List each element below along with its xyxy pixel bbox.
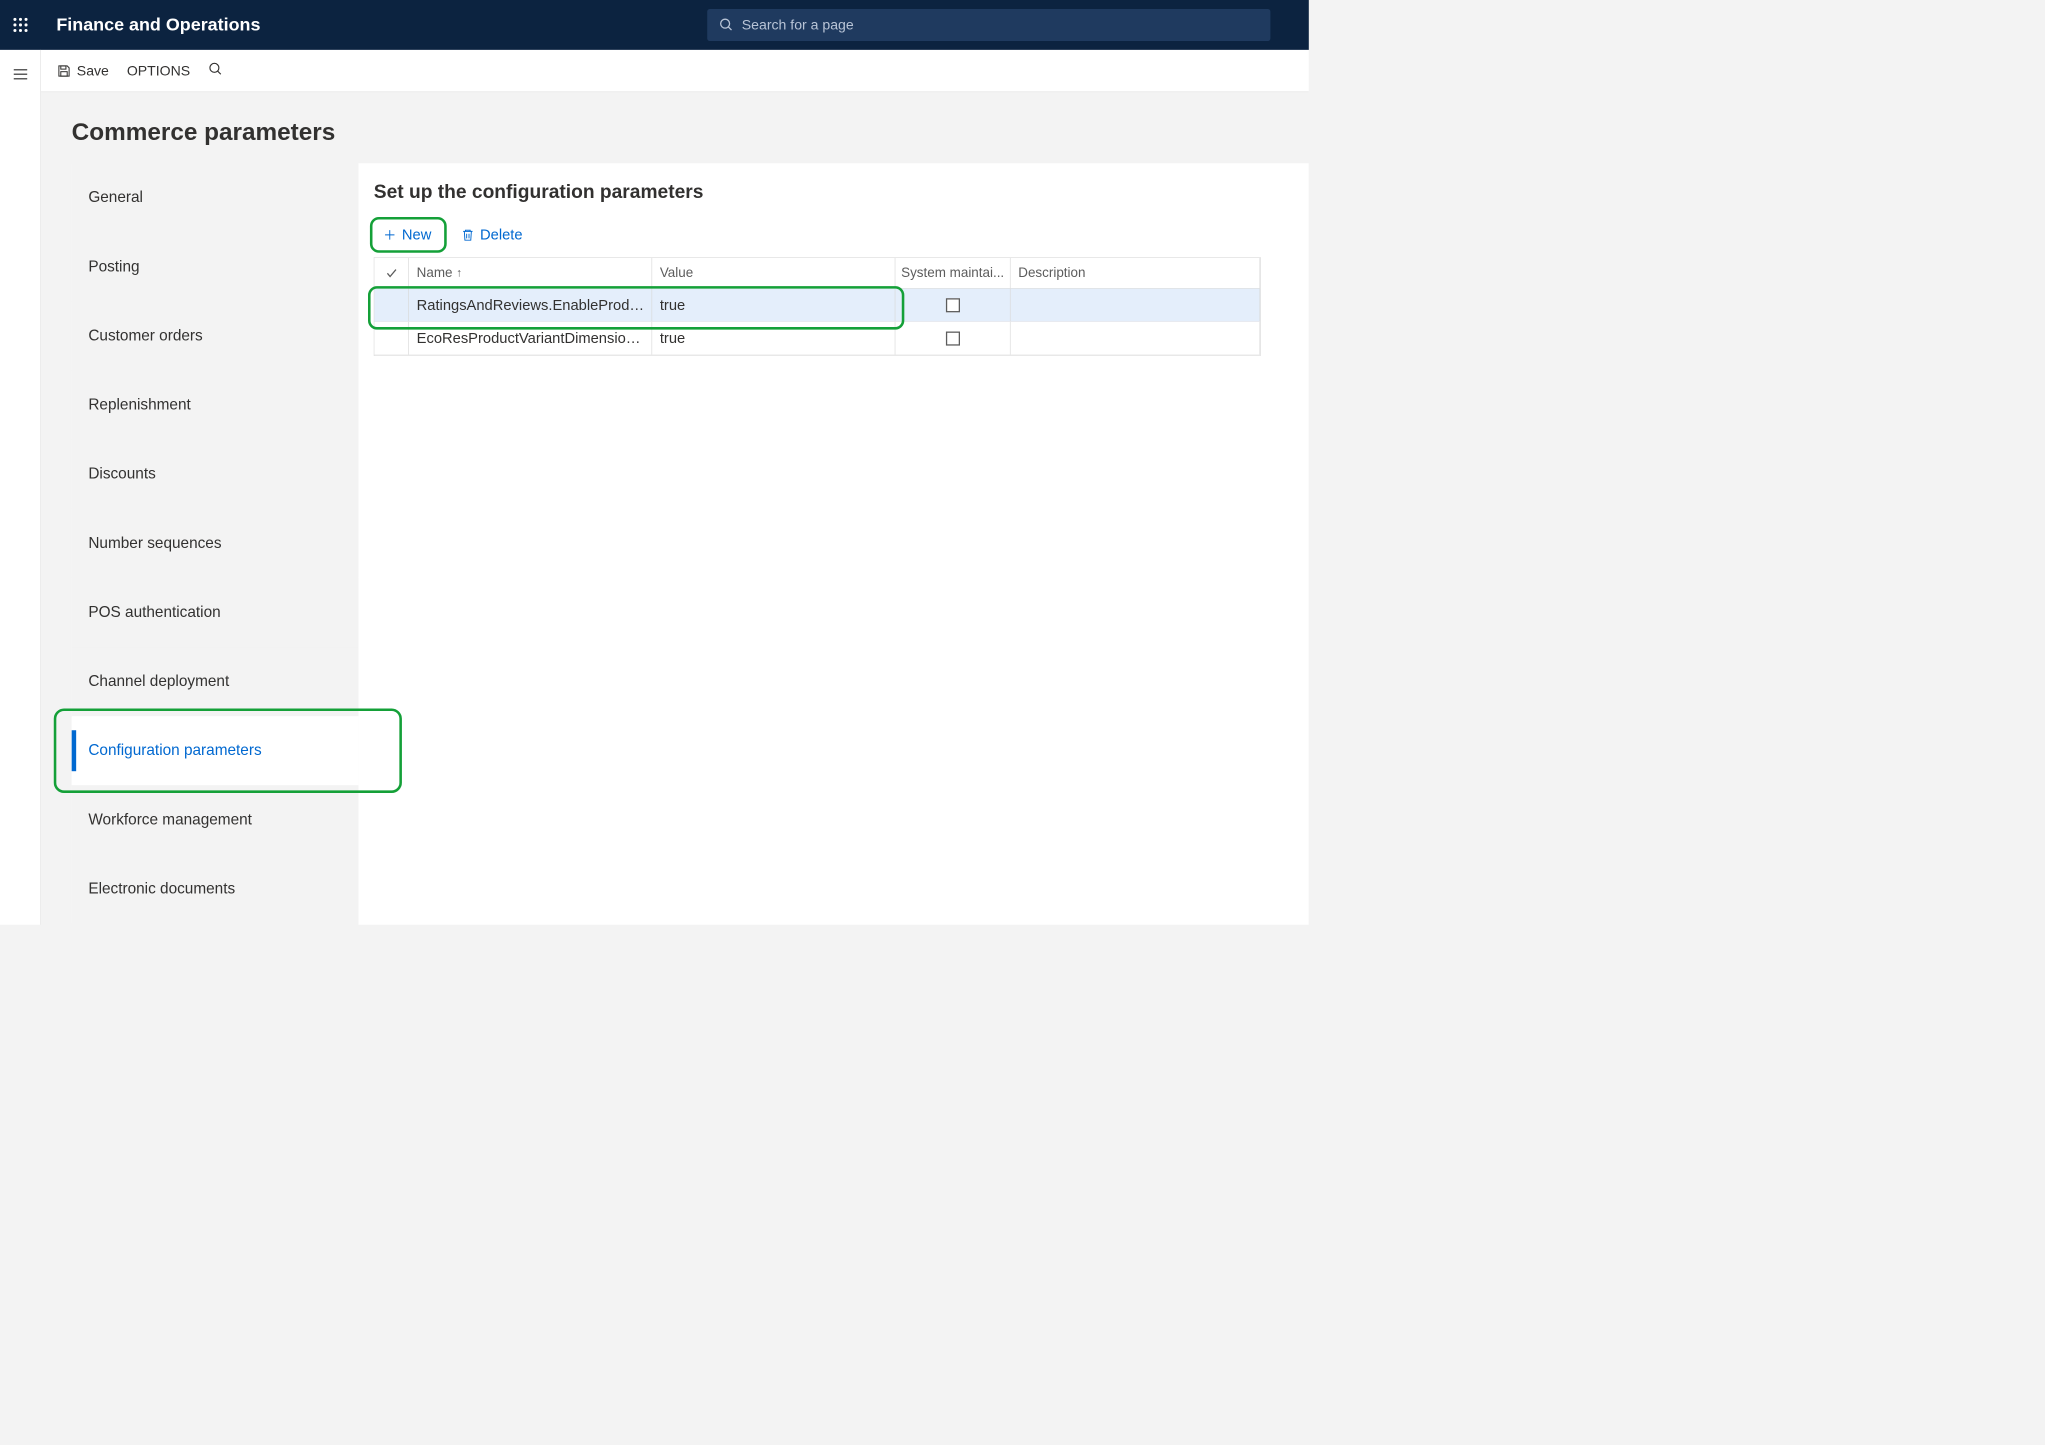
options-button[interactable]: OPTIONS — [127, 62, 190, 79]
delete-button[interactable]: Delete — [452, 221, 532, 249]
hamburger-icon — [11, 65, 29, 83]
grid-toolbar: New Delete — [374, 221, 1286, 249]
global-search-input[interactable] — [742, 17, 1259, 34]
sidebar-item-replenishment[interactable]: Replenishment — [72, 371, 359, 440]
checkbox[interactable] — [946, 331, 960, 345]
sidebar-item-electronic-documents[interactable]: Electronic documents — [72, 854, 359, 923]
column-label: Name — [417, 265, 453, 280]
save-button[interactable]: Save — [56, 62, 109, 79]
cell-system-maintained[interactable] — [895, 322, 1010, 355]
global-search[interactable] — [707, 9, 1270, 41]
sidebar-item-channel-deployment[interactable]: Channel deployment — [72, 647, 359, 716]
save-label: Save — [77, 62, 109, 79]
nav-hamburger-button[interactable] — [6, 60, 34, 90]
save-icon — [56, 63, 71, 78]
cell-text: true — [660, 296, 685, 313]
main-panel: Set up the configuration parameters New — [358, 163, 1308, 925]
sidebar-item-number-sequences[interactable]: Number sequences — [72, 509, 359, 578]
top-bar: Finance and Operations — [0, 0, 1309, 50]
waffle-icon — [12, 17, 29, 34]
cell-name[interactable]: RatingsAndReviews.EnableProd… — [409, 289, 652, 322]
data-grid: Name ↑ Value System maintai... Descripti… — [374, 257, 1261, 356]
row-select-cell[interactable] — [374, 322, 409, 355]
checkbox[interactable] — [946, 298, 960, 312]
action-bar: Save OPTIONS — [41, 50, 1309, 92]
sidebar-item-general[interactable]: General — [72, 163, 359, 232]
plus-icon — [383, 228, 397, 242]
cell-description[interactable] — [1011, 322, 1261, 355]
page-title: Commerce parameters — [72, 119, 1309, 147]
column-header-system-maintained[interactable]: System maintai... — [895, 258, 1010, 288]
column-header-value[interactable]: Value — [652, 258, 895, 288]
cell-text: true — [660, 330, 685, 347]
sidebar-item-label: Workforce management — [88, 811, 252, 829]
sidebar: General Posting Customer orders Replenis… — [72, 163, 359, 925]
cell-system-maintained[interactable] — [895, 289, 1010, 322]
sidebar-item-label: Discounts — [88, 465, 155, 483]
sidebar-item-label: Customer orders — [88, 327, 202, 345]
check-icon — [385, 267, 398, 280]
delete-label: Delete — [480, 226, 523, 243]
cell-name[interactable]: EcoResProductVariantDimensio… — [409, 322, 652, 355]
new-label: New — [402, 226, 431, 243]
sidebar-item-label: Posting — [88, 258, 139, 276]
table-row[interactable]: EcoResProductVariantDimensio… true — [374, 322, 1260, 355]
sort-ascending-icon: ↑ — [456, 266, 462, 279]
cell-description[interactable] — [1011, 289, 1261, 322]
sidebar-item-workforce-management[interactable]: Workforce management — [72, 785, 359, 854]
cell-value[interactable]: true — [652, 289, 895, 322]
column-header-description[interactable]: Description — [1011, 258, 1261, 288]
sidebar-item-label: Configuration parameters — [88, 742, 261, 760]
sidebar-item-configuration-parameters[interactable]: Configuration parameters — [72, 716, 359, 785]
column-label: Description — [1018, 265, 1085, 280]
sidebar-item-discounts[interactable]: Discounts — [72, 440, 359, 509]
sidebar-item-label: General — [88, 189, 143, 207]
row-select-cell[interactable] — [374, 289, 409, 322]
sidebar-item-label: POS authentication — [88, 604, 220, 622]
cell-text: RatingsAndReviews.EnableProd… — [417, 296, 644, 313]
column-header-name[interactable]: Name ↑ — [409, 258, 652, 288]
cell-text: EcoResProductVariantDimensio… — [417, 330, 641, 347]
search-icon — [208, 61, 223, 76]
grid-header: Name ↑ Value System maintai... Descripti… — [374, 258, 1260, 289]
options-label: OPTIONS — [127, 62, 190, 79]
page: Commerce parameters General Posting Cust… — [41, 92, 1309, 925]
nav-rail — [0, 50, 41, 925]
sidebar-item-label: Channel deployment — [88, 673, 229, 691]
table-row[interactable]: RatingsAndReviews.EnableProd… true — [374, 289, 1260, 322]
column-header-select[interactable] — [374, 258, 409, 288]
sidebar-item-label: Replenishment — [88, 396, 190, 414]
app-launcher-button[interactable] — [0, 0, 41, 50]
sidebar-item-label: Electronic documents — [88, 880, 235, 898]
sidebar-item-posting[interactable]: Posting — [72, 232, 359, 301]
cell-value[interactable]: true — [652, 322, 895, 355]
column-label: System maintai... — [901, 265, 1004, 280]
new-button[interactable]: New — [374, 221, 441, 249]
search-icon — [719, 17, 734, 32]
actionbar-search-button[interactable] — [208, 61, 223, 80]
sidebar-item-pos-authentication[interactable]: POS authentication — [72, 578, 359, 647]
trash-icon — [461, 228, 475, 242]
main-panel-title: Set up the configuration parameters — [374, 181, 1286, 203]
sidebar-item-label: Number sequences — [88, 534, 221, 552]
app-title: Finance and Operations — [56, 15, 260, 35]
sidebar-item-customer-orders[interactable]: Customer orders — [72, 301, 359, 370]
column-label: Value — [660, 265, 693, 280]
